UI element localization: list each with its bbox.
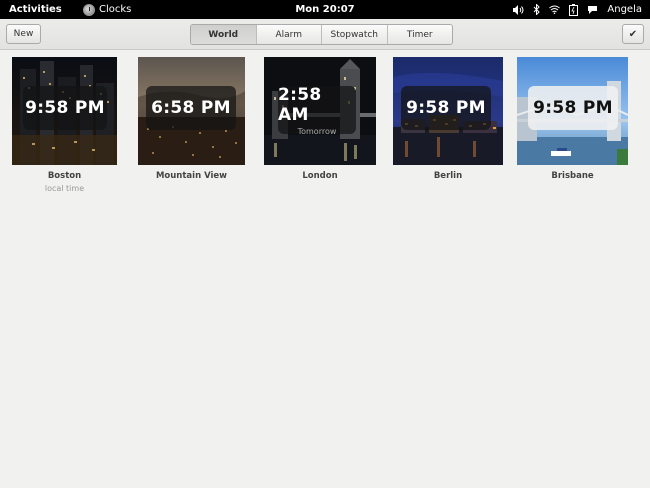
local-time-label: local time — [44, 184, 85, 193]
time-display: 9:58 PM — [401, 86, 491, 130]
day-label: Tomorrow — [297, 126, 337, 136]
wifi-icon[interactable] — [549, 5, 561, 14]
time-display: 9:58 PM — [23, 86, 107, 130]
top-bar: Activities Clocks Mon 20:07 Angela — [0, 0, 650, 19]
user-menu[interactable]: Angela — [607, 0, 642, 19]
city-name: Berlin — [433, 171, 463, 181]
time-text: 9:58 PM — [533, 98, 613, 118]
bluetooth-icon[interactable] — [533, 4, 541, 15]
city-name: Brisbane — [551, 171, 594, 181]
city-name: Boston — [47, 171, 82, 181]
time-display: 6:58 PM — [146, 86, 236, 130]
time-display: 2:58 AM Tomorrow — [278, 84, 356, 136]
system-tray: Angela — [513, 0, 642, 19]
header-bar: New World Alarm Stopwatch Timer ✔ — [0, 19, 650, 50]
tab-world[interactable]: World — [191, 25, 256, 44]
time-text: 2:58 AM — [278, 84, 322, 125]
time-text: 6:58 PM — [151, 98, 231, 118]
selection-mode-button[interactable]: ✔ — [622, 24, 644, 44]
city-name: Mountain View — [155, 171, 228, 181]
volume-icon[interactable] — [513, 4, 524, 15]
view-switcher: World Alarm Stopwatch Timer — [190, 24, 453, 45]
city-name: London — [302, 171, 338, 181]
battery-icon[interactable] — [569, 3, 579, 16]
time-text: 9:58 PM — [406, 98, 486, 118]
tab-alarm[interactable]: Alarm — [255, 25, 321, 44]
tab-timer[interactable]: Timer — [386, 25, 452, 44]
check-icon: ✔ — [628, 28, 638, 40]
time-text: 9:58 PM — [25, 98, 105, 118]
tab-stopwatch[interactable]: Stopwatch — [321, 25, 387, 44]
chat-icon[interactable] — [587, 5, 598, 15]
time-display: 9:58 PM — [528, 86, 618, 130]
new-button[interactable]: New — [6, 24, 41, 44]
